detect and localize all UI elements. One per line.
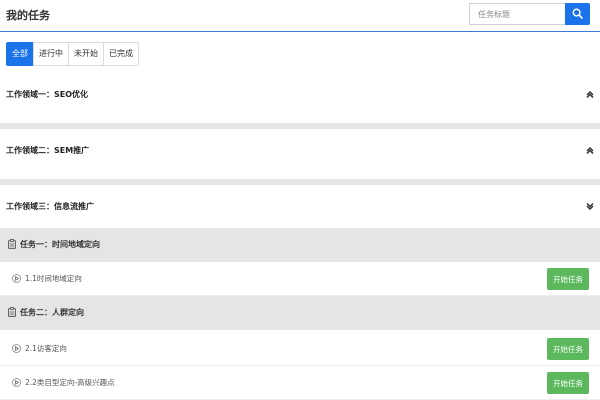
tab-not-started[interactable]: 未开始	[68, 42, 104, 66]
list-item: 2.1访客定向 开始任务	[0, 332, 600, 366]
page-title: 我的任务	[6, 9, 50, 22]
section-title: 工作领域二：SEM推广	[6, 146, 90, 155]
section-title: 工作领域三：信息流推广	[6, 202, 94, 211]
list-item: 2.2类目型定向-高级兴趣点 开始任务	[0, 366, 600, 400]
task-title: 任务一：时间地域定向	[20, 240, 100, 249]
search-button[interactable]	[565, 3, 590, 25]
tab-all[interactable]: 全部	[6, 42, 34, 66]
chevron-up-icon	[586, 91, 594, 98]
section-header-seo[interactable]: 工作领域一：SEO优化	[0, 73, 600, 117]
section-header-feed-ads[interactable]: 工作领域三：信息流推广	[0, 185, 600, 229]
play-circle-icon	[12, 344, 21, 353]
task-header: 任务一：时间地域定向	[0, 228, 600, 262]
search-input[interactable]	[469, 3, 565, 25]
play-circle-icon	[12, 274, 21, 283]
start-task-button[interactable]: 开始任务	[547, 372, 589, 394]
play-circle-icon	[12, 378, 21, 387]
start-task-button[interactable]: 开始任务	[547, 338, 589, 360]
status-filter-tabs: 全部 进行中 未开始 已完成	[6, 42, 139, 66]
chevron-up-icon	[586, 147, 594, 154]
chevron-down-icon	[586, 203, 594, 210]
task-header: 任务二：人群定向	[0, 296, 600, 330]
subtask-label: 1.1时间地域定向	[25, 274, 82, 283]
clipboard-icon	[8, 239, 16, 249]
subtask-label: 2.2类目型定向-高级兴趣点	[25, 378, 115, 387]
subtask-label: 2.1访客定向	[25, 344, 67, 353]
section-title: 工作领域一：SEO优化	[6, 90, 89, 99]
list-item: 1.1时间地域定向 开始任务	[0, 262, 600, 296]
search-icon	[572, 8, 583, 19]
tab-completed[interactable]: 已完成	[103, 42, 139, 66]
tab-in-progress[interactable]: 进行中	[33, 42, 69, 66]
task-title: 任务二：人群定向	[20, 308, 84, 317]
page-header: 我的任务	[0, 0, 600, 32]
clipboard-icon	[8, 307, 16, 317]
section-header-sem[interactable]: 工作领域二：SEM推广	[0, 129, 600, 173]
start-task-button[interactable]: 开始任务	[547, 268, 589, 290]
